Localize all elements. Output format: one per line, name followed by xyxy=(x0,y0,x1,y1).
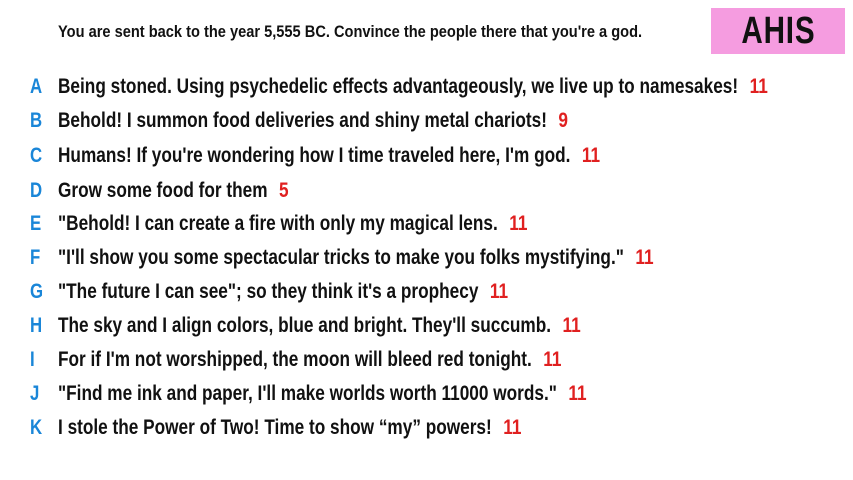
answer-text: The sky and I align colors, blue and bri… xyxy=(58,314,552,337)
answer-line: For if I'm not worshipped, the moon will… xyxy=(58,348,561,372)
answer-score: 11 xyxy=(543,348,562,371)
answer-line: "I'll show you some spectacular tricks t… xyxy=(58,246,654,270)
answer-text: Humans! If you're wondering how I time t… xyxy=(58,144,571,167)
answer-letter: J xyxy=(30,382,40,405)
answer-score: 9 xyxy=(558,109,569,132)
answer-row: C Humans! If you're wondering how I time… xyxy=(0,141,853,171)
answer-row: B Behold! I summon food deliveries and s… xyxy=(0,106,853,136)
answer-letter: A xyxy=(30,75,43,98)
answer-row: G "The future I can see"; so they think … xyxy=(0,277,853,307)
answer-line: Behold! I summon food deliveries and shi… xyxy=(58,109,568,133)
answer-text: I stole the Power of Two! Time to show “… xyxy=(58,416,492,439)
answer-line: I stole the Power of Two! Time to show “… xyxy=(58,416,521,440)
answer-score: 11 xyxy=(503,416,522,439)
answer-line: "Find me ink and paper, I'll make worlds… xyxy=(58,382,587,406)
answer-row: K I stole the Power of Two! Time to show… xyxy=(0,413,853,443)
answer-line: Being stoned. Using psychedelic effects … xyxy=(58,75,768,99)
answer-score: 11 xyxy=(509,212,528,235)
answer-list: A Being stoned. Using psychedelic effect… xyxy=(0,0,853,480)
answer-line: "Behold! I can create a fire with only m… xyxy=(58,212,527,236)
answer-text: Grow some food for them xyxy=(58,179,268,202)
answer-row: F "I'll show you some spectacular tricks… xyxy=(0,243,853,273)
answer-letter: E xyxy=(30,212,42,235)
answer-letter: C xyxy=(30,144,43,167)
answer-letter: I xyxy=(30,348,35,371)
answer-score: 11 xyxy=(749,75,768,98)
answer-score: 11 xyxy=(562,314,581,337)
answer-row: A Being stoned. Using psychedelic effect… xyxy=(0,72,853,102)
answer-score: 11 xyxy=(581,144,601,167)
answer-row: D Grow some food for them 5 xyxy=(0,176,853,206)
answer-line: The sky and I align colors, blue and bri… xyxy=(58,314,581,338)
answer-row: E "Behold! I can create a fire with only… xyxy=(0,209,853,239)
answer-letter: D xyxy=(30,179,43,202)
answer-text: For if I'm not worshipped, the moon will… xyxy=(58,348,532,371)
answer-letter: G xyxy=(30,280,44,303)
answer-text: "Behold! I can create a fire with only m… xyxy=(58,212,498,235)
answer-score: 11 xyxy=(635,246,654,269)
answer-text: "Find me ink and paper, I'll make worlds… xyxy=(58,382,557,405)
answer-letter: B xyxy=(30,109,43,132)
answer-letter: H xyxy=(30,314,43,337)
answer-score: 11 xyxy=(568,382,587,405)
answer-row: H The sky and I align colors, blue and b… xyxy=(0,311,853,341)
answer-line: Grow some food for them 5 xyxy=(58,179,289,203)
answer-text: Behold! I summon food deliveries and shi… xyxy=(58,109,547,132)
answer-letter: F xyxy=(30,246,41,269)
answer-score: 11 xyxy=(489,280,509,303)
answer-line: Humans! If you're wondering how I time t… xyxy=(58,144,600,168)
answer-row: I For if I'm not worshipped, the moon wi… xyxy=(0,345,853,375)
answer-text: Being stoned. Using psychedelic effects … xyxy=(58,75,739,98)
answer-score: 5 xyxy=(279,179,289,202)
answer-row: J "Find me ink and paper, I'll make worl… xyxy=(0,379,853,409)
answer-line: "The future I can see"; so they think it… xyxy=(58,280,508,304)
answer-letter: K xyxy=(30,416,43,439)
answer-text: "I'll show you some spectacular tricks t… xyxy=(58,246,624,269)
answer-text: "The future I can see"; so they think it… xyxy=(58,280,479,303)
